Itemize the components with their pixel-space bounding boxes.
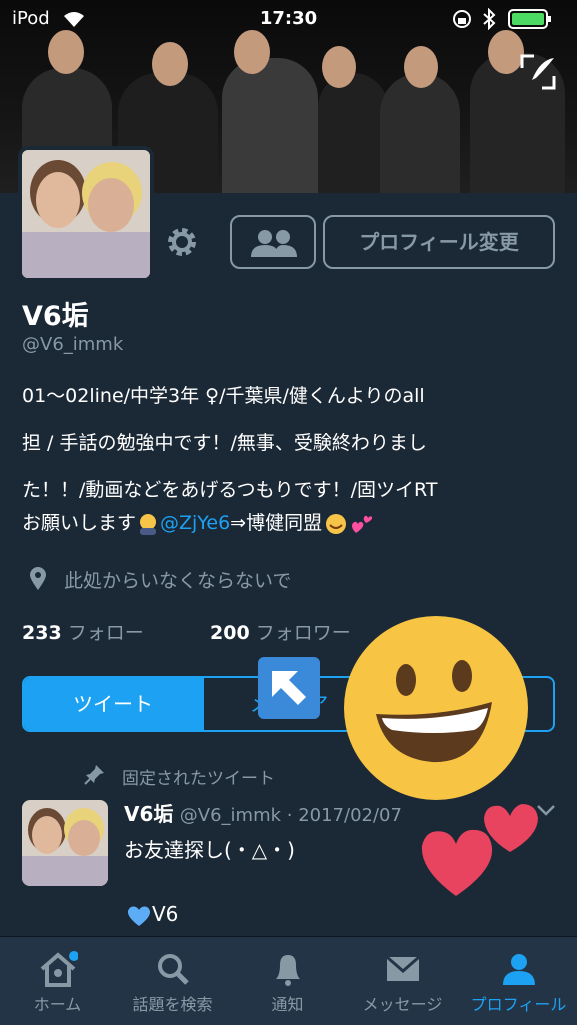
tweet-text: お友達探し(・△・) xyxy=(124,838,295,862)
following-stat[interactable]: 233 フォロー xyxy=(22,618,144,645)
avatar-clothes xyxy=(22,856,108,886)
banner-face xyxy=(152,42,188,86)
avatar-face xyxy=(36,172,80,228)
expand-icon[interactable] xyxy=(520,54,556,90)
tweet-text-line: V6 xyxy=(126,902,178,927)
bio-line: お願いします @ZjYe6⇒博健同盟 xyxy=(22,508,374,535)
hearts-emoji-icon xyxy=(350,513,374,535)
profile-name: V6垢 xyxy=(22,301,89,332)
tweet-avatar[interactable] xyxy=(22,800,108,886)
profile-handle: @V6_immk xyxy=(22,334,124,355)
pin-icon xyxy=(84,765,104,785)
gear-icon[interactable] xyxy=(164,224,200,260)
avatar-face xyxy=(88,178,134,232)
bluetooth-icon xyxy=(483,8,496,30)
arrow-up-left-icon xyxy=(258,657,320,719)
tweet-text-v6: V6 xyxy=(152,902,179,926)
banner-face xyxy=(322,46,356,88)
bio-line: た！！/動画などをあげるつもりです！/固ツイRT xyxy=(22,479,438,501)
nav-search[interactable]: 話題を検索 xyxy=(115,937,230,1025)
person-emoji-icon xyxy=(136,513,160,535)
nav-notifications[interactable]: 通知 xyxy=(230,937,345,1025)
nav-profile[interactable]: プロフィール xyxy=(460,937,577,1025)
avatar-face xyxy=(68,820,100,856)
tweet-meta: @V6_immk · 2017/02/07 xyxy=(179,805,402,826)
followers-count: 200 xyxy=(210,622,250,644)
profile-avatar[interactable] xyxy=(18,146,154,282)
nav-profile-label: プロフィール xyxy=(470,995,567,1014)
home-icon xyxy=(40,951,78,987)
bio-line: 担 / 手話の勉強中です！/無事、受験終わりまし xyxy=(22,432,427,454)
bio-text: お願いします xyxy=(22,512,137,534)
status-bar: iPod 17:30 xyxy=(0,0,577,38)
nav-home[interactable]: ホーム xyxy=(0,937,115,1025)
profile-icon xyxy=(502,954,535,985)
blue-heart-icon xyxy=(126,905,152,927)
followers-stat[interactable]: 200 フォロワー xyxy=(210,618,351,645)
nav-notifications-label: 通知 xyxy=(271,995,304,1014)
banner-face xyxy=(404,46,438,88)
hearts-icon xyxy=(421,804,538,896)
following-label: フォロー xyxy=(67,622,144,644)
banner-figure xyxy=(380,73,460,193)
following-count: 233 xyxy=(22,622,62,644)
avatar-face xyxy=(32,816,62,854)
tab-tweets[interactable]: ツイート xyxy=(24,678,202,730)
bio-text: ⇒博健同盟 xyxy=(230,512,323,534)
bell-icon xyxy=(275,955,300,986)
rotation-lock-icon xyxy=(453,10,471,28)
banner-figure xyxy=(318,73,388,193)
battery-icon xyxy=(508,9,551,29)
envelope-icon xyxy=(385,955,420,981)
pinned-label: 固定されたツイート xyxy=(122,769,275,789)
people-icon xyxy=(251,230,297,257)
avatar-clothes xyxy=(22,232,150,278)
nav-messages[interactable]: メッセージ xyxy=(345,937,460,1025)
mention-link[interactable]: @ZjYe6 xyxy=(160,512,230,534)
search-icon xyxy=(157,954,189,985)
tweet-author-name[interactable]: V6垢 xyxy=(124,802,173,826)
followers-label: フォロワー xyxy=(255,622,351,644)
nav-messages-label: メッセージ xyxy=(362,995,443,1014)
tweet-header: V6垢 @V6_immk · 2017/02/07 xyxy=(124,798,402,827)
edit-profile-button[interactable]: プロフィール変更 xyxy=(323,215,555,269)
nav-home-label: ホーム xyxy=(33,995,82,1014)
lists-button[interactable] xyxy=(230,215,316,269)
banner-figure xyxy=(222,58,318,193)
bio-line: 01〜02line/中学3年 ♀/千葉県/健くんよりのall xyxy=(22,385,425,407)
bottom-nav: ホーム 話題を検索 通知 メッセージ プロフィール xyxy=(0,936,577,1025)
smile-emoji-icon xyxy=(324,513,348,535)
nav-search-label: 話題を検索 xyxy=(132,995,213,1014)
location-text: 此処からいなくならないで xyxy=(64,570,292,592)
smiley-face-icon xyxy=(344,616,528,800)
location-pin-icon xyxy=(30,567,46,590)
